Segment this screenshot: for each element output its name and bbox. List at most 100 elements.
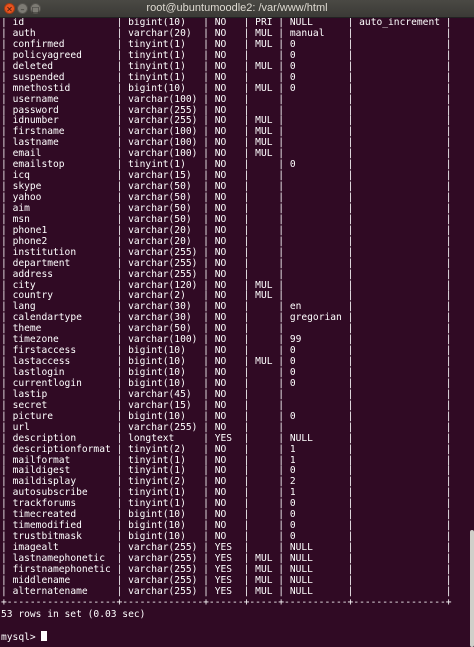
table-cell: bigint(10) [128, 82, 198, 94]
table-cell: policyagreed [12, 49, 111, 61]
column-separator: | [1, 345, 13, 357]
column-separator: | [237, 345, 256, 357]
column-separator: | [1, 388, 13, 400]
column-separator: | [110, 585, 129, 597]
table-cell [359, 487, 440, 498]
column-separator: | [272, 487, 290, 499]
table-cell [255, 301, 272, 312]
table-cell: NO [214, 399, 238, 411]
column-separator: | [197, 60, 215, 72]
column-separator: | [1, 487, 13, 499]
table-cell [359, 323, 440, 334]
table-cell: timemodified [12, 520, 111, 532]
column-separator: | [272, 421, 290, 433]
column-separator: | [1, 574, 13, 586]
table-cell [359, 400, 440, 411]
table-cell [359, 225, 440, 236]
table-cell [290, 280, 342, 291]
column-separator: | [197, 454, 215, 466]
column-separator: | [440, 465, 452, 477]
table-cell: lang [12, 301, 111, 313]
column-separator: | [341, 410, 360, 422]
title-bar[interactable]: ✕ – □ root@ubuntumoodle2: /var/www/html [0, 0, 474, 18]
column-separator: | [1, 531, 13, 543]
table-cell: varchar(100) [128, 334, 198, 346]
column-separator: | [197, 27, 215, 39]
column-separator: | [440, 38, 452, 50]
column-separator: | [341, 82, 360, 94]
column-separator: | [237, 93, 256, 105]
column-separator: | [110, 345, 129, 357]
table-cell: varchar(2) [128, 290, 198, 302]
column-separator: | [440, 202, 452, 214]
table-cell: picture [12, 410, 111, 422]
column-separator: | [197, 552, 215, 564]
column-separator: | [272, 27, 290, 39]
table-cell [359, 159, 440, 170]
column-separator: | [110, 574, 129, 586]
column-separator: | [110, 465, 129, 477]
column-separator: | [1, 60, 13, 72]
column-separator: | [110, 312, 129, 324]
column-separator: | [272, 137, 290, 149]
table-cell: varchar(50) [128, 192, 198, 203]
column-separator: | [1, 476, 13, 488]
table-cell: city [12, 279, 111, 291]
column-separator: | [341, 312, 360, 324]
table-cell [290, 389, 342, 400]
column-separator: | [197, 279, 215, 291]
table-cell [359, 509, 440, 520]
table-cell [255, 400, 272, 411]
column-separator: | [197, 399, 215, 411]
table-cell: MUL [255, 60, 273, 72]
column-separator: | [237, 290, 256, 302]
table-cell [359, 312, 440, 323]
column-separator: | [440, 476, 452, 488]
table-cell: bigint(10) [128, 520, 198, 532]
scrollbar[interactable] [470, 530, 474, 647]
table-cell: suspended [12, 71, 111, 83]
table-cell: MUL [255, 148, 273, 160]
column-separator: | [110, 71, 129, 83]
table-cell: emailstop [12, 159, 111, 171]
column-separator: | [237, 509, 256, 521]
table-cell [359, 137, 440, 148]
column-separator: | [197, 367, 215, 378]
column-separator: | [341, 181, 360, 193]
table-cell [359, 455, 440, 466]
column-separator: | [341, 388, 360, 400]
column-separator: | [440, 60, 452, 72]
column-separator: | [440, 115, 452, 127]
column-separator: | [341, 301, 360, 313]
column-separator: | [237, 421, 256, 433]
terminal-output[interactable]: | id | bigint(10) | NO | PRI | NULL | au… [0, 18, 474, 647]
table-cell: varchar(50) [128, 323, 198, 335]
column-separator: | [1, 192, 13, 203]
table-cell [359, 50, 440, 61]
column-separator: | [110, 487, 129, 499]
table-cell [255, 465, 272, 476]
table-cell: MUL [255, 574, 273, 586]
table-cell [255, 345, 272, 356]
table-cell: tinyint(1) [128, 38, 198, 50]
table-cell [255, 487, 272, 498]
column-separator: | [272, 202, 290, 214]
column-separator: | [197, 224, 215, 236]
column-separator: | [197, 410, 215, 422]
column-separator: | [440, 552, 452, 564]
column-separator: | [440, 509, 452, 521]
command-line[interactable]: mysql> [0, 630, 474, 643]
column-separator: | [440, 290, 452, 302]
table-cell [359, 192, 440, 203]
column-separator: | [341, 104, 360, 116]
column-separator: | [110, 224, 129, 236]
table-cell: MUL [255, 563, 273, 575]
column-separator: | [110, 235, 129, 247]
column-separator: | [272, 213, 290, 225]
column-separator: | [197, 585, 215, 597]
column-separator: | [1, 432, 13, 444]
table-cell [359, 345, 440, 356]
table-cell [290, 181, 342, 192]
column-separator: | [1, 38, 13, 50]
column-separator: | [341, 585, 360, 597]
